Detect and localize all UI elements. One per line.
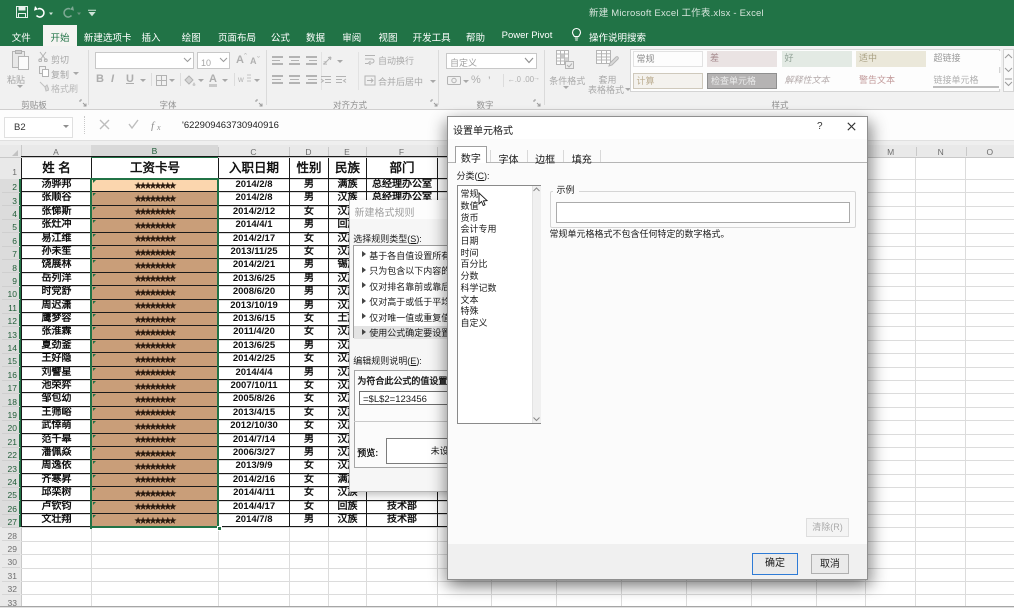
svg-text:x: x: [156, 123, 161, 131]
svg-text:a: a: [323, 60, 327, 66]
svg-text:f: f: [151, 120, 156, 131]
svg-text:w: w: [238, 75, 244, 84]
